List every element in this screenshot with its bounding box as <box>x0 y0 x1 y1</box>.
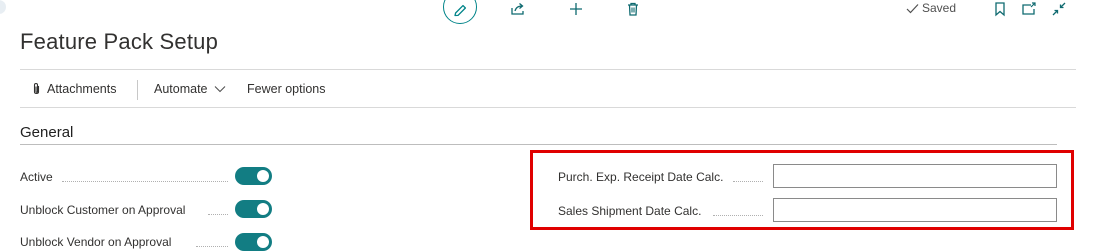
fewer-options-label: Fewer options <box>247 82 326 96</box>
action-bar-bottom-divider <box>20 107 1076 108</box>
field-leader-dots <box>208 213 228 215</box>
edit-button[interactable] <box>443 0 477 24</box>
field-leader-dots <box>196 245 228 247</box>
saved-status: Saved <box>906 1 956 15</box>
toggle-active[interactable] <box>235 167 272 185</box>
toggle-knob <box>257 236 269 248</box>
highlight-box <box>530 150 1074 230</box>
open-new-window-button[interactable] <box>1020 0 1038 18</box>
field-label-unblock-customer: Unblock Customer on Approval <box>20 203 186 217</box>
pencil-icon <box>454 4 467 17</box>
collapse-icon <box>1052 2 1066 16</box>
bookmark-button[interactable] <box>991 0 1009 18</box>
delete-button[interactable] <box>624 0 642 18</box>
panel-edge-indicator <box>0 0 6 14</box>
new-button[interactable] <box>567 0 585 18</box>
field-label-active: Active <box>20 170 53 184</box>
section-header-general[interactable]: General <box>20 124 73 141</box>
paperclip-icon <box>33 82 40 95</box>
page-title: Feature Pack Setup <box>20 29 219 54</box>
check-icon <box>906 3 919 13</box>
toggle-knob <box>257 170 269 182</box>
section-divider <box>20 144 1057 145</box>
attachments-button[interactable]: Attachments <box>32 82 116 96</box>
automate-menu[interactable]: Automate <box>154 82 226 96</box>
field-leader-dots <box>62 180 228 182</box>
automate-label: Automate <box>154 82 208 96</box>
toggle-knob <box>257 203 269 215</box>
trash-icon <box>628 2 638 16</box>
toggle-unblock-customer[interactable] <box>235 200 272 218</box>
share-icon <box>511 3 524 15</box>
open-new-window-icon <box>1022 2 1036 15</box>
chevron-down-icon <box>214 86 225 93</box>
action-bar-top-divider <box>20 69 1076 70</box>
attachments-label: Attachments <box>47 82 117 96</box>
plus-icon <box>570 3 582 15</box>
bookmark-icon <box>995 2 1005 17</box>
field-label-unblock-vendor: Unblock Vendor on Approval <box>20 235 172 249</box>
collapse-button[interactable] <box>1050 0 1068 18</box>
saved-label: Saved <box>922 1 957 15</box>
fewer-options-button[interactable]: Fewer options <box>247 82 326 96</box>
toggle-unblock-vendor[interactable] <box>235 233 272 251</box>
share-button[interactable] <box>509 0 527 18</box>
action-separator <box>137 80 138 100</box>
